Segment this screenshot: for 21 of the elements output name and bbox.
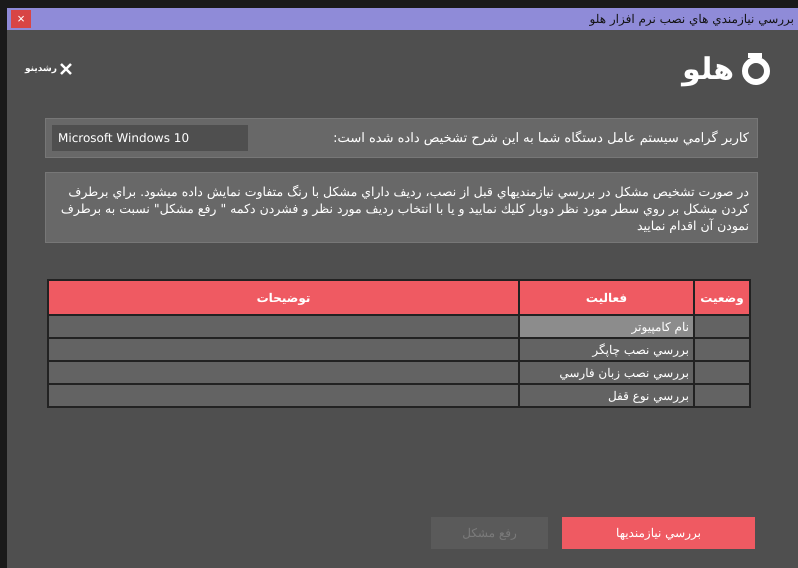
status-cell	[695, 362, 749, 383]
notice-text: در صورت تشخيص مشكل در بررسي نيازمنديهاي قبل از نصب، رديف داراي مشكل با رنگ متفاوت نمايش داده ميشود. براي برطرف كردن مشكل بر روي سطر مورد نظر دوبار كليك نماييد و يا با انتخاب رديف مورد نظر و فشردن دكمه " رفع مشكل" نسبت به برطرف نمودن آن اقدام نماييد	[45, 172, 758, 243]
status-cell	[695, 316, 749, 337]
os-prompt: كاربر گرامي سيستم عامل دستگاه شما به اين شرح تشخيص داده شده است:	[333, 130, 749, 146]
status-cell	[695, 385, 749, 406]
column-header: وضعيت	[695, 281, 749, 314]
activity-cell[interactable]: بررسي نوع قفل	[520, 385, 693, 406]
partner-logo-text: رشدينو	[25, 64, 57, 74]
ring-icon	[740, 52, 772, 86]
column-header: فعاليت	[520, 281, 693, 314]
activity-cell[interactable]: بررسي نصب چاپگر	[520, 339, 693, 360]
brand-logo-text: هلو	[682, 52, 734, 86]
check-requirements-button[interactable]: بررسي نيازمنديها	[562, 517, 755, 549]
status-cell	[695, 339, 749, 360]
activity-cell[interactable]: نام كامپيوتر	[520, 316, 693, 337]
column-header: توضيحات	[49, 281, 518, 314]
activity-cell[interactable]: بررسي نصب زبان فارسي	[520, 362, 693, 383]
close-button[interactable]: ×	[11, 10, 31, 28]
os-field[interactable]: Microsoft Windows 10	[52, 125, 248, 151]
window-title: بررسي نيازمندي هاي نصب نرم افزار هلو	[590, 12, 794, 26]
cross-icon	[60, 63, 72, 75]
